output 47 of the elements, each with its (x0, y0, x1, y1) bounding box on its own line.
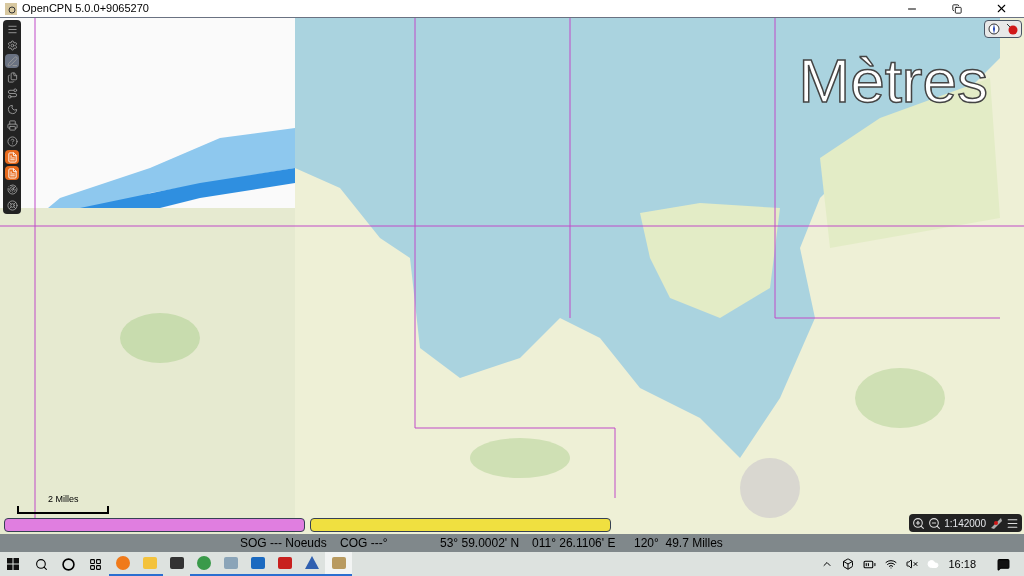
compass-widget[interactable] (984, 20, 1022, 38)
depth-units-label: Mètres (798, 50, 988, 112)
app-icon (222, 555, 239, 571)
latitude-text: 53° 59.0002' N (440, 535, 521, 552)
ship-icon (989, 516, 1003, 530)
app-icon (195, 555, 212, 571)
printer-icon[interactable] (5, 118, 19, 132)
pages-icon[interactable] (5, 70, 19, 84)
compass-icon (988, 23, 1000, 35)
cog-text: COG ---° (340, 535, 389, 552)
app-icon (330, 555, 347, 571)
menu-button[interactable] (1006, 516, 1019, 530)
zoom-in-button[interactable] (912, 516, 926, 530)
wifi-icon[interactable] (885, 558, 898, 570)
app-icon (249, 555, 266, 571)
pencil-icon[interactable] (5, 54, 19, 68)
taskbar-app[interactable] (325, 552, 352, 576)
document-icon[interactable] (5, 166, 19, 180)
scale-bar-label: 2 Milles (48, 492, 79, 506)
clock[interactable]: 16:18 (948, 555, 976, 573)
notifications-icon[interactable] (997, 557, 1010, 571)
app-icon (168, 555, 185, 571)
close-icon (995, 2, 1008, 15)
help-icon[interactable] (5, 134, 19, 148)
longitude-text: 011° 26.1106' E (532, 535, 617, 552)
app-logo-icon (4, 1, 18, 16)
app-icon (276, 555, 293, 571)
volume-muted-icon[interactable] (906, 558, 919, 570)
windows-start-icon[interactable] (7, 558, 19, 570)
restore-icon (951, 3, 962, 14)
moon-icon[interactable] (5, 102, 19, 116)
gps-status-icon (1006, 23, 1018, 35)
chart-scale: 1:142000 (944, 516, 986, 531)
settings-icon[interactable] (5, 38, 19, 52)
document-icon[interactable] (5, 150, 19, 164)
zoom-out-button[interactable] (928, 516, 942, 530)
sog-text: SOG --- Noeuds (240, 535, 328, 552)
chart-bar[interactable] (310, 518, 611, 532)
lifebuoy-icon[interactable] (5, 198, 19, 212)
chart-bar[interactable] (4, 518, 305, 532)
app-icon (141, 555, 158, 571)
radar-icon[interactable] (5, 182, 19, 196)
window-title: OpenCPN 5.0.0+9065270 (22, 1, 149, 17)
bearing-distance-text: 120° 49.7 Milles (634, 535, 723, 552)
app-icon (114, 555, 131, 571)
app-icon (303, 555, 320, 571)
route-icon[interactable] (5, 86, 19, 100)
